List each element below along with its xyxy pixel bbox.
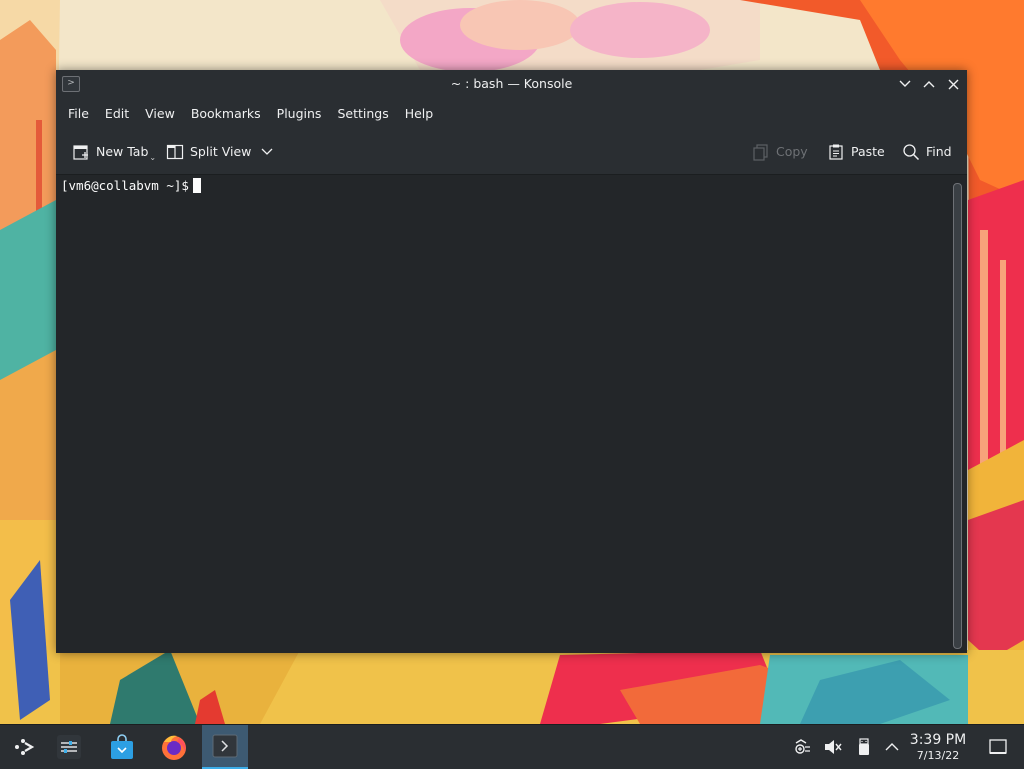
copy-button[interactable]: Copy xyxy=(752,129,808,174)
network-icon xyxy=(795,739,810,754)
show-desktop-icon xyxy=(989,739,1007,754)
taskbar-konsole[interactable] xyxy=(202,725,248,769)
tray-removable-devices[interactable] xyxy=(850,725,878,769)
tray-network[interactable] xyxy=(788,725,816,769)
menu-file[interactable]: File xyxy=(60,99,97,129)
show-desktop-button[interactable] xyxy=(984,725,1012,769)
chevron-down-icon xyxy=(261,148,273,155)
dropdown-caret-icon: ⌄ xyxy=(149,153,157,162)
paste-button[interactable]: Paste xyxy=(827,129,885,174)
menu-settings[interactable]: Settings xyxy=(329,99,396,129)
menubar: File Edit View Bookmarks Plugins Setting… xyxy=(56,99,967,129)
paste-icon xyxy=(829,144,843,160)
new-tab-button[interactable]: New Tab ⌄ xyxy=(72,129,156,174)
digital-clock[interactable]: 3:39 PM 7/13/22 xyxy=(902,731,974,763)
taskbar-settings[interactable] xyxy=(46,725,92,769)
chevron-up-icon xyxy=(923,81,935,88)
window-titlebar[interactable]: > ~ : bash — Konsole xyxy=(56,70,967,99)
close-icon xyxy=(948,79,958,89)
konsole-window: > ~ : bash — Konsole File Edit View Book… xyxy=(56,70,967,653)
find-label: Find xyxy=(926,144,952,159)
menu-edit[interactable]: Edit xyxy=(97,99,137,129)
maximize-button[interactable] xyxy=(920,75,938,93)
clock-date: 7/13/22 xyxy=(916,749,960,762)
taskbar-firefox[interactable] xyxy=(151,725,197,769)
window-title: ~ : bash — Konsole xyxy=(450,76,573,91)
split-view-label: Split View xyxy=(190,144,252,159)
main-toolbar: New Tab ⌄ Split View Copy Paste Find xyxy=(56,129,967,175)
new-tab-label: New Tab xyxy=(96,144,149,159)
menu-help[interactable]: Help xyxy=(397,99,442,129)
konsole-icon xyxy=(212,734,238,758)
copy-icon xyxy=(753,143,768,161)
split-view-icon xyxy=(166,144,184,159)
taskbar-discover[interactable] xyxy=(99,725,145,769)
copy-label: Copy xyxy=(776,144,808,159)
system-settings-icon xyxy=(57,735,81,759)
search-icon xyxy=(903,143,920,160)
application-launcher-icon xyxy=(15,739,35,755)
taskbar: 3:39 PM 7/13/22 xyxy=(0,724,1024,769)
menu-bookmarks[interactable]: Bookmarks xyxy=(183,99,269,129)
application-launcher-button[interactable] xyxy=(0,725,46,769)
close-button[interactable] xyxy=(944,75,962,93)
menu-plugins[interactable]: Plugins xyxy=(269,99,330,129)
split-view-button[interactable]: Split View xyxy=(166,129,273,174)
volume-muted-icon xyxy=(825,740,842,754)
firefox-icon xyxy=(162,735,186,760)
paste-label: Paste xyxy=(851,144,885,159)
chevron-up-icon xyxy=(885,743,899,751)
tray-volume[interactable] xyxy=(819,725,847,769)
new-tab-icon xyxy=(73,144,88,160)
terminal-area[interactable]: [vm6@collabvm ~]$ xyxy=(56,175,967,653)
usb-drive-icon xyxy=(859,738,869,755)
shell-prompt: [vm6@collabvm ~]$ xyxy=(61,178,189,193)
chevron-down-icon xyxy=(899,80,911,87)
menu-view[interactable]: View xyxy=(137,99,183,129)
terminal-scrollbar[interactable] xyxy=(953,183,962,649)
clock-time: 3:39 PM xyxy=(909,732,967,748)
text-cursor xyxy=(192,178,201,193)
discover-store-icon xyxy=(111,734,133,759)
minimize-button[interactable] xyxy=(896,75,914,93)
find-button[interactable]: Find xyxy=(902,129,952,174)
